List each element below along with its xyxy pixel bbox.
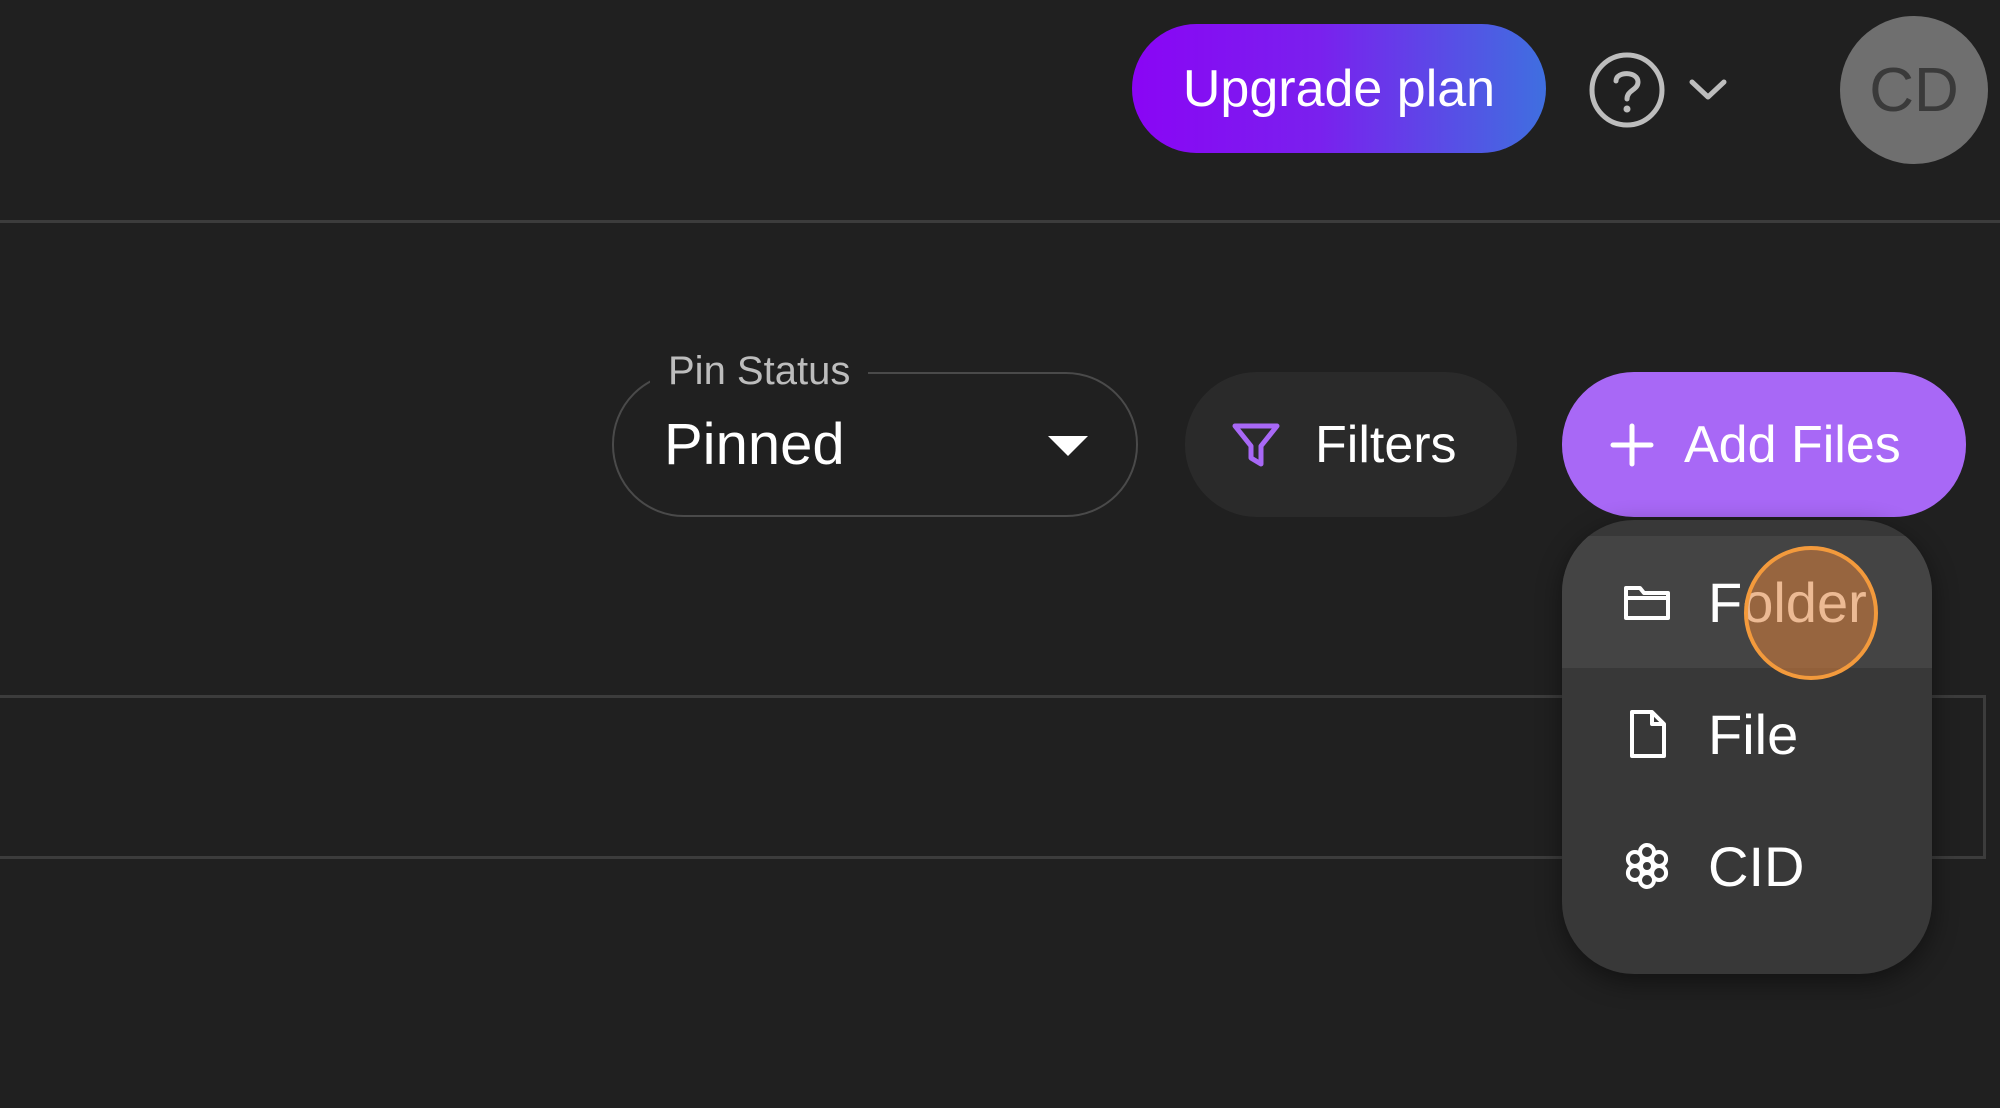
add-files-label: Add Files — [1684, 415, 1901, 474]
avatar-initials: CD — [1869, 55, 1959, 125]
menu-item-label: CID — [1708, 834, 1805, 898]
help-menu-button[interactable] — [1588, 50, 1738, 130]
cursor-highlight — [1744, 546, 1878, 680]
chevron-down-icon — [1688, 77, 1728, 103]
pin-status-value: Pinned — [664, 412, 845, 477]
upgrade-plan-label: Upgrade plan — [1182, 59, 1496, 118]
pin-status-select[interactable]: Pin Status Pinned — [612, 346, 1138, 517]
filter-icon — [1231, 420, 1281, 470]
menu-item-cid[interactable]: CID — [1562, 800, 1932, 932]
page: Upgrade plan CD Pin Status Pinned Filter… — [0, 0, 2000, 1108]
upgrade-plan-button[interactable]: Upgrade plan — [1132, 24, 1546, 153]
filters-label: Filters — [1315, 415, 1457, 474]
add-files-menu: Folder File — [1562, 520, 1932, 974]
plus-icon — [1610, 423, 1654, 467]
file-icon — [1622, 708, 1672, 760]
user-avatar[interactable]: CD — [1840, 16, 1988, 164]
caret-down-icon — [1048, 436, 1088, 456]
cid-icon — [1622, 841, 1672, 891]
help-circle-icon — [1588, 51, 1666, 129]
header-divider — [0, 220, 2000, 223]
folder-icon — [1622, 580, 1672, 624]
pin-status-label: Pin Status — [650, 346, 869, 396]
menu-item-file[interactable]: File — [1562, 668, 1932, 800]
add-files-button[interactable]: Add Files — [1562, 372, 1966, 517]
filters-button[interactable]: Filters — [1185, 372, 1517, 517]
menu-item-label: File — [1708, 702, 1799, 766]
